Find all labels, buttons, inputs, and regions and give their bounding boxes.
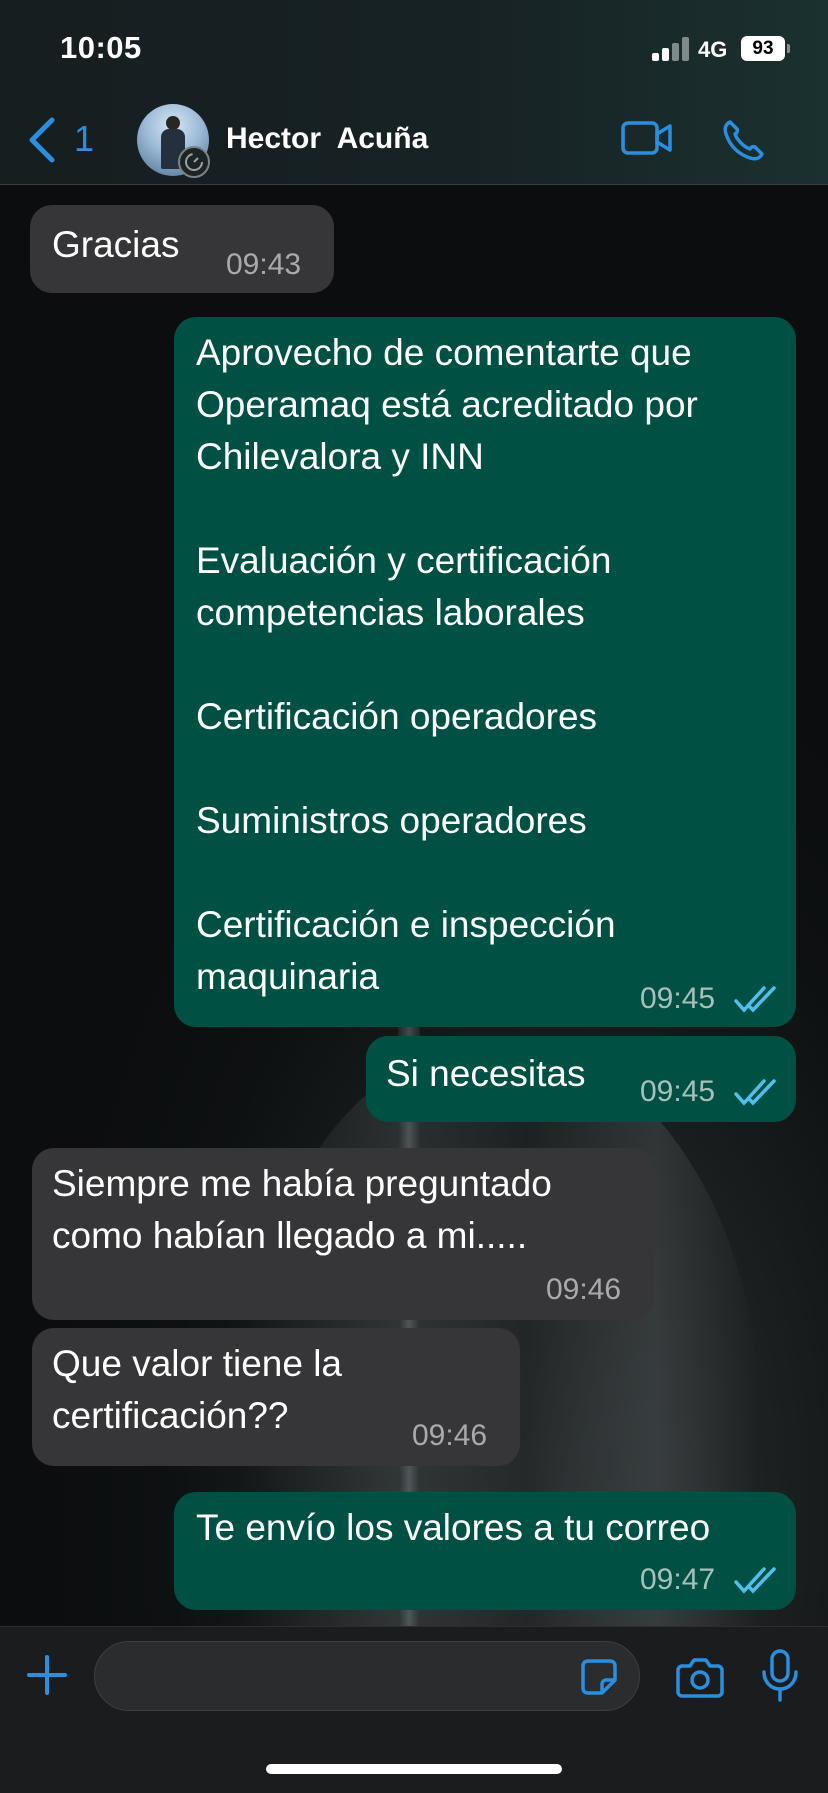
message-time: 09:46 (412, 1419, 488, 1452)
voice-message-button[interactable] (760, 1648, 800, 1704)
attach-button[interactable] (26, 1654, 68, 1696)
home-indicator[interactable] (266, 1764, 562, 1774)
chat-header: 10:05 4G 93 1 Hector Acuña (0, 0, 828, 185)
status-icon (178, 146, 210, 178)
sticker-button[interactable] (580, 1658, 618, 1696)
message-bubble-outgoing[interactable]: Te envío los valores a tu correo 09:47 (174, 1492, 796, 1610)
message-bubble-incoming[interactable]: Que valor tiene la certificación?? 09:46 (32, 1328, 520, 1466)
message-bubble-incoming[interactable]: Gracias 09:43 (30, 205, 334, 293)
message-text: Aprovecho de comentarte que Operamaq est… (196, 332, 698, 997)
message-text: Si necesitas (386, 1053, 586, 1094)
message-input[interactable] (94, 1641, 640, 1711)
signal-icon (652, 37, 690, 61)
message-text: Gracias (52, 224, 180, 265)
message-time: 09:47 (640, 1563, 716, 1596)
message-time: 09:43 (226, 248, 302, 281)
message-text: Siempre me había preguntado como habían … (52, 1163, 552, 1256)
network-type: 4G (698, 37, 728, 62)
message-text: Te envío los valores a tu correo (196, 1507, 711, 1548)
message-bubble-outgoing[interactable]: Si necesitas 09:45 (366, 1036, 796, 1122)
microphone-icon (762, 1649, 798, 1702)
unread-count: 1 (74, 118, 95, 159)
phone-icon (723, 120, 764, 161)
read-receipt-icon (734, 1079, 776, 1106)
message-bubble-incoming[interactable]: Siempre me había preguntado como habían … (32, 1148, 654, 1320)
contact-name[interactable]: Hector Acuña (226, 122, 428, 156)
battery-tip (787, 44, 790, 53)
message-time: 09:45 (640, 1075, 716, 1108)
read-receipt-icon (734, 986, 776, 1013)
chevron-left-icon (29, 117, 55, 163)
message-time: 09:45 (640, 982, 716, 1015)
camera-button[interactable] (676, 1656, 724, 1698)
back-button[interactable]: 1 (22, 112, 102, 168)
voice-call-button[interactable] (720, 116, 768, 164)
sticker-icon (581, 1659, 617, 1695)
battery-icon: 93 (741, 36, 785, 61)
plus-icon (27, 1655, 67, 1695)
read-receipt-icon (734, 1567, 776, 1594)
camera-icon (676, 1658, 724, 1698)
message-bubble-outgoing[interactable]: Aprovecho de comentarte que Operamaq est… (174, 317, 796, 1027)
status-time: 10:05 (60, 30, 142, 65)
video-call-button[interactable] (620, 118, 674, 158)
message-time: 09:46 (546, 1273, 622, 1306)
message-text: Que valor tiene la certificación?? (52, 1343, 343, 1436)
video-icon (621, 121, 672, 155)
